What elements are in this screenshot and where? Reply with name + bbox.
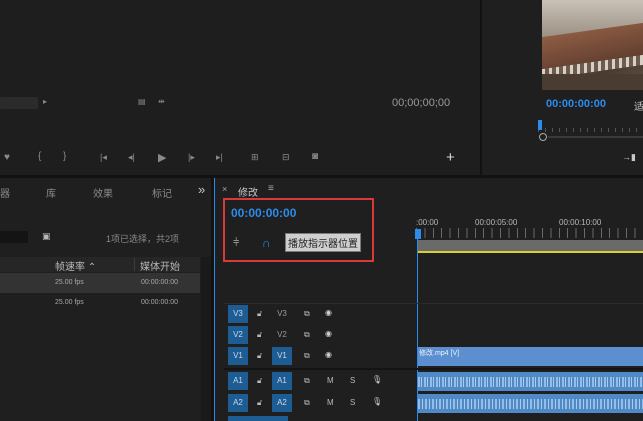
sync-lock-icon[interactable]: ⧉ [304, 398, 310, 408]
lock-icon[interactable]: 🔓︎ [257, 376, 262, 386]
program-playhead[interactable] [538, 120, 542, 130]
in-out-bar [418, 251, 643, 253]
source-monitor [0, 0, 478, 175]
voiceover-mic-icon[interactable]: 🎙︎ [372, 375, 382, 384]
source-patch-v1[interactable]: V1 [228, 347, 248, 365]
export-frame-icon[interactable]: ◙ [312, 151, 318, 162]
lock-icon[interactable]: 🔓︎ [257, 351, 262, 361]
clip-settings-icon[interactable]: ▤ [138, 97, 146, 106]
marker-icon[interactable]: ♥ [4, 152, 10, 163]
program-timecode[interactable]: 00:00:00:00 [546, 98, 606, 110]
eye-icon[interactable]: ◉ [325, 308, 332, 317]
insert-nest-icon[interactable]: ⫩ [233, 237, 239, 250]
eye-icon[interactable]: ◉ [325, 350, 332, 359]
mute-button[interactable]: M [327, 398, 334, 407]
mark-out-icon[interactable]: } [63, 151, 66, 162]
audio-waveform [418, 377, 643, 387]
sync-lock-icon[interactable]: ⧉ [304, 351, 310, 361]
column-media-start[interactable]: 媒体开始 [140, 258, 180, 273]
eye-icon[interactable]: ◉ [325, 329, 332, 338]
audio-waveform [418, 399, 643, 409]
project-search-input[interactable] [0, 231, 28, 243]
row-media-start: 00:00:00:00 [141, 279, 178, 286]
tab-markers[interactable]: 标记 [152, 185, 172, 200]
source-patch-a2[interactable]: A2 [228, 394, 248, 412]
sequence-timecode[interactable]: 00:00:00:00 [231, 206, 296, 220]
program-zoom-handle[interactable] [539, 133, 547, 141]
source-zoom-dropdown[interactable] [0, 97, 38, 109]
sync-lock-icon[interactable]: ⧉ [304, 309, 310, 319]
source-patch-v3[interactable]: V3 [228, 305, 248, 323]
sync-lock-icon[interactable]: ⧉ [304, 376, 310, 386]
step-back-icon[interactable]: ◂| [128, 152, 135, 163]
track-area-top-border [224, 303, 643, 304]
step-forward-icon[interactable]: |▸ [188, 152, 195, 163]
panel-menu-icon[interactable]: ≡ [268, 183, 274, 194]
add-button-icon[interactable]: + [446, 149, 455, 166]
insert-icon[interactable]: ⊞ [251, 152, 259, 163]
row-media-start: 00:00:00:00 [141, 299, 178, 306]
solo-button[interactable]: S [350, 398, 355, 407]
time-ruler[interactable] [416, 228, 643, 238]
table-row[interactable]: 25.00 fps 00:00:00:00 [0, 273, 200, 293]
source-patch-v2[interactable]: V2 [228, 326, 248, 344]
project-scrollbar[interactable] [201, 257, 211, 421]
playhead-tooltip: 播放指示器位置 [285, 233, 361, 252]
selection-status: 1项已选择，共2项 [106, 234, 180, 244]
video-audio-divider [224, 368, 643, 370]
mute-button[interactable]: M [327, 376, 334, 385]
source-timecode[interactable]: 00;00;00;00 [392, 97, 450, 109]
sequence-tab-title[interactable]: 修改 [238, 184, 258, 199]
row-fps: 25.00 fps [55, 279, 84, 286]
close-sequence-icon[interactable]: × [222, 184, 227, 194]
sync-lock-icon[interactable]: ⧉ [304, 330, 310, 340]
ruler-label-0: :00:00 [416, 218, 439, 227]
audio-clip-a2[interactable] [418, 394, 643, 413]
solo-button[interactable]: S [350, 376, 355, 385]
track-row-partial [228, 416, 288, 421]
ruler-label-5: 00:00:05:00 [475, 218, 518, 227]
sort-ascending-icon[interactable]: ⌃ [88, 262, 96, 273]
tab-media-browser[interactable]: 器 [0, 185, 10, 200]
program-fit-dropdown[interactable]: 适 [634, 98, 643, 113]
track-target-v1[interactable]: V1 [272, 347, 292, 365]
column-frame-rate[interactable]: 帧速率 ⌃ [55, 258, 96, 273]
lock-icon[interactable]: 🔓︎ [257, 398, 262, 408]
table-row[interactable]: 25.00 fps 00:00:00:00 [0, 294, 200, 314]
snap-magnet-icon[interactable]: ∩ [262, 236, 271, 250]
overwrite-icon[interactable]: ⊟ [282, 152, 290, 163]
column-divider[interactable] [134, 258, 135, 271]
tab-effects[interactable]: 效果 [93, 185, 113, 200]
track-target-v3[interactable]: V3 [272, 305, 292, 323]
lock-icon[interactable]: 🔓︎ [257, 330, 262, 340]
lock-icon[interactable]: 🔓︎ [257, 309, 262, 319]
program-ruler[interactable] [538, 120, 643, 132]
go-to-out-icon[interactable]: ▸| [216, 152, 223, 163]
timeline-playhead[interactable] [415, 229, 421, 239]
track-target-a1[interactable]: A1 [272, 372, 292, 390]
mark-in-icon[interactable]: { [38, 151, 41, 162]
program-video-frame [542, 0, 643, 90]
ruler-label-10: 00:00:10:00 [559, 218, 602, 227]
tabs-overflow-button[interactable]: » [198, 182, 205, 197]
audio-clip-a1[interactable] [418, 372, 643, 391]
video-clip[interactable]: 修改.mp4 [V] [418, 347, 643, 366]
video-clip-label: 修改.mp4 [V] [419, 350, 460, 357]
play-marker-icon[interactable]: ▸ [43, 97, 47, 106]
export-arrow-icon[interactable]: →▮ [622, 152, 636, 163]
program-zoom-bar[interactable] [548, 136, 643, 138]
track-target-a2[interactable]: A2 [272, 394, 292, 412]
tab-libraries[interactable]: 库 [46, 185, 56, 200]
track-target-v2[interactable]: V2 [272, 326, 292, 344]
work-area-bar[interactable] [418, 240, 643, 251]
go-to-in-icon[interactable]: |◂ [100, 152, 107, 163]
find-icon[interactable]: ▣ [42, 231, 51, 242]
drag-handle-icon[interactable]: ⇹ [158, 97, 165, 106]
voiceover-mic-icon[interactable]: 🎙︎ [372, 397, 382, 406]
play-icon[interactable]: ▶ [158, 151, 166, 164]
source-patch-a1[interactable]: A1 [228, 372, 248, 390]
row-fps: 25.00 fps [55, 299, 84, 306]
